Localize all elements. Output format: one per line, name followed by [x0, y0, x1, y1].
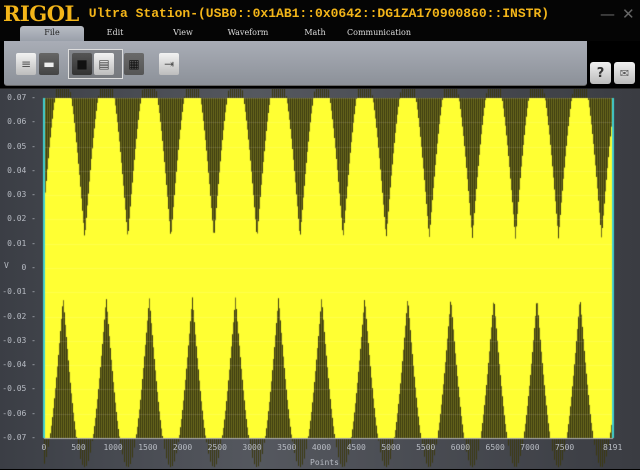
- y-axis-label: V: [4, 261, 9, 270]
- feedback-button[interactable]: ✉: [614, 62, 635, 84]
- minimize-button[interactable]: —: [600, 5, 615, 23]
- x-tick-label: 3000: [242, 443, 262, 452]
- x-tick-label: 4000: [311, 443, 332, 452]
- y-tick-label: -0.04 -: [2, 360, 36, 370]
- help-button[interactable]: ?: [590, 62, 611, 84]
- save-icon[interactable]: ■: [72, 53, 92, 75]
- waveform-canvas[interactable]: [0, 89, 640, 470]
- x-tick-label: 2500: [207, 443, 227, 452]
- tab-view[interactable]: View: [158, 26, 208, 41]
- x-tick-label: 1500: [138, 443, 158, 452]
- y-tick-label: -0.05 -: [2, 384, 36, 394]
- x-tick-label: 2000: [172, 443, 193, 452]
- rigol-logo: RIGOL: [3, 0, 79, 26]
- y-tick-label: 0.06 -: [7, 117, 36, 127]
- x-tick-label: 3500: [277, 443, 297, 452]
- tab-file[interactable]: File: [20, 26, 84, 41]
- menu-tabs: File Edit View Waveform Math Communicati…: [0, 26, 640, 41]
- new-file-icon[interactable]: ≡: [16, 53, 36, 75]
- open-folder-icon[interactable]: ▬: [39, 53, 59, 75]
- tab-edit[interactable]: Edit: [90, 26, 140, 41]
- toolbar: ≡ ▬ ■ ▤ ▦ ⇥: [4, 41, 587, 86]
- x-tick-label: 6500: [485, 443, 505, 452]
- x-tick-label: 1000: [103, 443, 123, 452]
- y-tick-label: -0.02 -: [2, 311, 36, 321]
- y-tick-label: -0.01 -: [2, 287, 36, 297]
- tab-communication[interactable]: Communication: [346, 26, 412, 41]
- y-tick-label: -0.06 -: [2, 408, 36, 418]
- x-tick-label: 5500: [416, 443, 436, 452]
- y-tick-label: 0.02 -: [7, 214, 36, 224]
- close-button[interactable]: ✕: [622, 5, 635, 23]
- plot-area: 0.07 - 0.06 - 0.05 - 0.04 - 0.03 - 0.02 - 0.01…: [0, 88, 640, 470]
- save-as-icon[interactable]: ▤: [94, 53, 114, 75]
- y-tick-label: 0.03 -: [7, 190, 36, 200]
- x-tick-label: 5000: [381, 443, 401, 452]
- y-tick-label: -0.03 -: [2, 335, 36, 345]
- x-tick-label: 0: [41, 443, 47, 452]
- tab-math[interactable]: Math: [290, 26, 340, 41]
- x-tick-label: 7500: [554, 443, 575, 452]
- x-tick-label: 6000: [450, 443, 471, 452]
- y-tick-label: 0.04 -: [7, 165, 36, 175]
- y-tick-label: 0.05 -: [7, 141, 36, 151]
- y-tick-label: 0.01 -: [7, 238, 36, 248]
- window-title: Ultra Station-(USB0::0x1AB1::0x0642::DG1…: [88, 5, 550, 21]
- print-icon[interactable]: ▦: [124, 53, 144, 75]
- y-tick-label: 0.07 -: [7, 93, 36, 102]
- y-tick-label: -0.07 -: [2, 433, 36, 442]
- exit-icon[interactable]: ⇥: [159, 53, 179, 75]
- tab-waveform[interactable]: Waveform: [222, 26, 274, 41]
- title-bar: RIGOL Ultra Station-(USB0::0x1AB1::0x064…: [0, 0, 640, 26]
- x-axis-label: Points: [310, 458, 339, 467]
- x-tick-label: 7000: [520, 443, 540, 452]
- x-tick-label: 8191: [603, 443, 623, 452]
- x-tick-label: 500: [71, 443, 86, 452]
- x-tick-label: 4500: [346, 443, 366, 452]
